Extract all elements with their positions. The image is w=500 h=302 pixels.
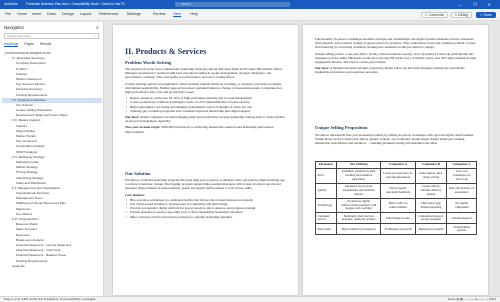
column-header: Competitor A xyxy=(380,160,416,170)
bullet-list: Hire executive workshops at a dedicated … xyxy=(125,198,287,219)
word-window: AutoSave Franchise Business Plan.docx • … xyxy=(0,0,500,302)
ribbon-tab-mailings[interactable]: Mailings xyxy=(127,12,141,16)
navigation-tabs: Headings Pages Results xyxy=(4,42,57,47)
table-cell: Third-party app; limited reporting xyxy=(414,197,448,214)
table-cell: Limited support xyxy=(446,212,477,225)
subheading-problem: Problem Worth Solving xyxy=(125,60,172,65)
table-cell: No digital component xyxy=(446,197,477,214)
navigation-search-input[interactable]: Search document ⌕ xyxy=(4,33,99,39)
table-row: Quality Measured via pre/post assessments… xyxy=(315,182,477,199)
table-cell: Premium; justified by ROI tracking and r… xyxy=(335,168,382,184)
search-icon: ⌕ xyxy=(94,34,96,38)
solution-body: We deliver a blended leadership program … xyxy=(125,178,287,219)
problem-body: The Austin tech scene faces a measurable… xyxy=(125,67,287,134)
ribbon-tab-view[interactable]: View xyxy=(173,12,182,17)
ribbon-tab-help[interactable]: Help xyxy=(190,12,198,16)
section-heading: II. Products & Services xyxy=(125,47,207,56)
paragraph: Core features: xyxy=(125,192,146,197)
paragraph: Unique selling points: a one-year effect… xyxy=(315,51,477,65)
bullet-item: Training gap: workshop programs lack con… xyxy=(125,109,287,113)
ribbon-tab-references[interactable]: References xyxy=(99,12,118,16)
table-cell: Centralized support; slower response xyxy=(414,212,448,225)
zoom-controls[interactable]: Focus ▤ ▦ — ────●──── + 100% xyxy=(448,297,496,302)
paragraph: Our door: Austin companies are hemorrhag… xyxy=(125,115,286,124)
paragraph: We deliver a blended leadership program … xyxy=(125,178,285,191)
search-icon: ⌕ xyxy=(176,2,179,6)
navigation-title: Navigation xyxy=(4,25,24,30)
table-cell: Survey-based; anecdotal feedback xyxy=(380,182,416,199)
table-cell: Proprietary digital reinforcement platfo… xyxy=(335,197,382,214)
table-cell: Traditional classroom xyxy=(380,223,416,236)
subheading-usp: Unique Selling Proposition xyxy=(315,125,368,130)
ribbon-tab-insert[interactable]: Insert xyxy=(32,12,42,16)
usp-body: We deliver measurable first-year leaders… xyxy=(315,133,477,146)
bullet-item: Offer corporate cohorts and retreat pack… xyxy=(125,215,287,219)
column-header: Our Offering xyxy=(335,160,382,170)
table-cell: Dedicated client success manager; quarte… xyxy=(335,212,382,225)
share-button[interactable]: ⇪ Share xyxy=(475,11,496,18)
search-placeholder: Search xyxy=(181,2,191,6)
table-cell: Basic LMS; no reinforcement xyxy=(380,197,416,214)
paragraph: We deliver measurable first-year leaders… xyxy=(315,133,475,146)
table-header-row: Parameter Our Offering Competitor A Competi… xyxy=(315,160,477,170)
table-cell: Repurposed content xyxy=(414,223,448,236)
table-row: Innovation Hybrid delivery focused on Trad… xyxy=(315,223,477,236)
editing-button[interactable]: ✎ Editing xyxy=(450,11,472,18)
ribbon-tab-file[interactable]: File xyxy=(5,12,11,16)
table-cell: Standardized generic xyxy=(446,223,477,236)
search-box[interactable]: ⌕ Search xyxy=(175,2,290,7)
close-icon[interactable]: ✕ xyxy=(96,25,99,30)
table-row: Price Premium; justified by ROI tracking … xyxy=(315,168,477,184)
ribbon-tab-draw[interactable]: Draw xyxy=(47,12,56,16)
nav-heading-item[interactable]: Appendix xyxy=(2,264,102,269)
window-controls[interactable]: — ❐ ✕ xyxy=(458,0,496,9)
heading-list: ▾ FRANCHISE BUSINESS PLAN ▾ I. Executive … xyxy=(2,51,102,269)
row-parameter: Quality xyxy=(315,182,337,199)
ribbon-tab-review[interactable]: Review xyxy=(153,12,165,16)
paragraph: The Austin tech scene faces a measurable… xyxy=(125,67,283,80)
title-bar: AutoSave Franchise Business Plan.docx • … xyxy=(0,0,500,9)
ribbon-tab-home[interactable]: Home xyxy=(17,12,27,16)
bullet-list: Reduce retention: teams lose 18–20% of h… xyxy=(125,96,287,113)
ribbon-tab-design[interactable]: Design xyxy=(62,12,74,16)
nav-tab-pages[interactable]: Pages xyxy=(24,42,34,46)
column-header: Parameter xyxy=(315,160,337,170)
status-left[interactable]: Page 4 of 31 3,987 words Text Prediction… xyxy=(4,297,96,302)
table-row: Customer service Dedicated client success… xyxy=(315,212,477,225)
table-cell: Lower-per-seat fees; no outcome guarante… xyxy=(380,168,416,184)
status-bar: Page 4 of 31 3,987 words Text Prediction… xyxy=(0,296,500,302)
row-parameter: Customer service xyxy=(315,212,337,225)
competitor-table: Parameter Our Offering Competitor A Competi… xyxy=(315,160,477,236)
page-right[interactable]: FRANCHISE BIZPLAN Functionality: in-pers… xyxy=(303,25,488,295)
table-cell: Measured via pre/post assessments and re… xyxy=(335,182,382,199)
paragraph: Current training options are fragmented:… xyxy=(125,81,283,95)
column-header: Competitor B xyxy=(414,160,448,170)
comments-button[interactable]: ▭ Comments xyxy=(420,11,448,18)
table-cell: Course library; variable delivery qualit… xyxy=(414,182,448,199)
table-row: Technology Proprietary digital reinforcem… xyxy=(315,197,477,214)
column-header: Competitor C xyxy=(446,160,477,170)
row-parameter: Price xyxy=(315,168,337,184)
autosave-toggle[interactable]: AutoSave xyxy=(4,0,18,9)
table-cell: Low-cost workshops; no follow-up xyxy=(446,168,477,184)
row-parameter: Innovation xyxy=(315,223,337,236)
page-left[interactable]: II. Products & Services Problem Worth So… xyxy=(113,25,298,295)
table-cell: Email support only xyxy=(380,212,416,225)
table-cell: Subscription; mid-range pricing xyxy=(414,168,448,184)
navigation-pane: Navigation ✕ Search document ⌕ Headings P… xyxy=(0,22,104,296)
document-title: Franchise Business Plan.docx • Compatibi… xyxy=(26,2,126,6)
row-parameter: Technology xyxy=(315,197,337,214)
paragraph: Functionality: in-person workshops estab… xyxy=(315,37,477,50)
table-cell: One-off sessions; no assessment xyxy=(446,182,477,199)
paragraph: Two-year revenue target: $450,000 tied d… xyxy=(125,125,274,134)
paragraph: Our door: A blended executive-led plus p… xyxy=(315,66,465,75)
nav-tab-results[interactable]: Results xyxy=(40,42,51,46)
right-body: Functionality: in-person workshops estab… xyxy=(315,37,477,75)
ribbon-tab-layout[interactable]: Layout xyxy=(80,12,91,16)
subheading-solution: Our Solution xyxy=(125,171,151,176)
ribbon-tabs: ▭ Comments ✎ Editing ⇪ Share File Home Ins… xyxy=(0,9,500,21)
table-cell: Hybrid delivery focused on xyxy=(335,223,382,236)
document-canvas[interactable]: II. Products & Services Problem Worth So… xyxy=(105,22,500,296)
nav-tab-headings[interactable]: Headings xyxy=(4,42,19,47)
